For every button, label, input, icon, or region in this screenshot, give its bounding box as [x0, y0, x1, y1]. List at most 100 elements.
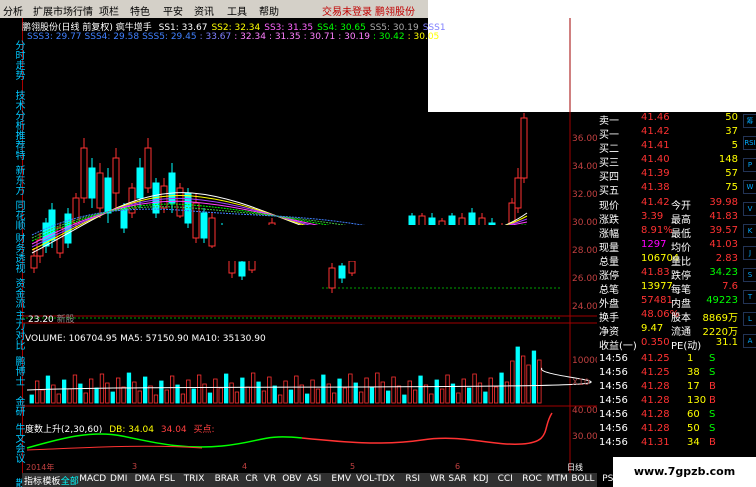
volume-bar	[299, 384, 304, 404]
side-tool-icon[interactable]: S	[743, 268, 756, 282]
indicator-tab[interactable]: ASI	[307, 474, 322, 484]
indicator-tab[interactable]: MACD	[79, 474, 106, 484]
stat-value: 41.83	[709, 211, 738, 222]
stat-row: 净资 9.47 流通 2220万	[599, 323, 740, 338]
indicator-tab[interactable]: DMA	[135, 474, 156, 484]
order-volume: 37	[725, 126, 738, 137]
volume-bar	[310, 379, 315, 404]
volume-bar	[94, 387, 99, 404]
volume-bar	[89, 378, 94, 404]
stat-label: 今开	[671, 201, 691, 212]
stat-label: 最低	[671, 229, 691, 240]
side-tool-icon[interactable]: K	[743, 224, 756, 238]
login-status[interactable]: 交易未登录	[322, 3, 372, 18]
indicator-tab[interactable]: VR	[264, 474, 276, 484]
order-price: 41.42	[641, 126, 670, 137]
menu-bar: 分析 扩展市场行情 项栏 特色 平安 资讯 工具 帮助 交易未登录 鹏翎股份	[0, 0, 428, 18]
side-tool-icon[interactable]: V	[743, 202, 756, 216]
indicator-tab[interactable]: BOLL	[571, 474, 594, 484]
volume-bar	[407, 380, 412, 404]
tick-row: 14:56 41.28 60 S	[599, 409, 740, 423]
side-tool-icon[interactable]: A	[743, 334, 756, 348]
indicator-tab[interactable]: OBV	[282, 474, 301, 484]
menu-item-extended-market[interactable]: 扩展市场行情	[33, 3, 93, 18]
menu-item-columns[interactable]: 项栏	[99, 3, 119, 18]
low-price-note: 新股	[56, 315, 75, 325]
stat-label: 每笔	[671, 285, 691, 296]
stat-label: 现量	[599, 243, 619, 254]
menu-item-help[interactable]: 帮助	[259, 3, 279, 18]
candle-body	[88, 167, 96, 199]
tick-volume: 50	[687, 423, 700, 434]
indicator-tab[interactable]: FSL	[159, 474, 175, 484]
indicator-tab[interactable]: DMI	[110, 474, 127, 484]
y-tick: 32.00	[572, 190, 598, 200]
candle-body	[208, 217, 216, 247]
candle-body	[104, 177, 112, 214]
indicator-tab[interactable]: BRAR	[215, 474, 239, 484]
indicator-tab[interactable]: ROC	[522, 474, 542, 484]
volume-bar	[105, 382, 110, 404]
side-tool-icon[interactable]: J	[743, 246, 756, 260]
menu-item-features[interactable]: 特色	[130, 3, 150, 18]
indicator-db: DB: 34.04	[109, 425, 155, 435]
side-tool-icon[interactable]: P	[743, 158, 756, 172]
side-tool-icon[interactable]: T	[743, 290, 756, 304]
volume-bar	[294, 375, 299, 404]
volume-bar	[380, 381, 385, 404]
order-label: 卖一	[599, 116, 619, 127]
volume-bar	[67, 388, 72, 404]
order-price: 41.46	[641, 112, 670, 123]
volume-bar	[132, 381, 137, 404]
indicator-tab[interactable]: SAR	[448, 474, 466, 484]
indicator-tab[interactable]: TRIX	[184, 474, 205, 484]
stat-label: 内盘	[671, 299, 691, 310]
menu-item-analysis[interactable]: 分析	[3, 3, 23, 18]
indicator-tab[interactable]: VOL-TDX	[356, 474, 395, 484]
volume-bar	[321, 374, 326, 404]
stat-value: 7.6	[722, 281, 738, 292]
indicator-tab[interactable]: MTM	[547, 474, 568, 484]
indicator-tab[interactable]: 指标	[24, 474, 42, 487]
side-tool-icon[interactable]: RSI	[743, 136, 756, 150]
indicator-tab[interactable]: WR	[430, 474, 445, 484]
volume-bar	[499, 372, 504, 404]
tick-price: 41.28	[641, 381, 670, 392]
stat-label: 现价	[599, 201, 619, 212]
stat-row: 涨跌 3.39 最高 41.83	[599, 211, 740, 226]
side-tool-icon[interactable]: L	[743, 312, 756, 326]
menu-item-tools[interactable]: 工具	[227, 3, 247, 18]
indicator-tab[interactable]: RSI	[405, 474, 420, 484]
indicator-tab[interactable]: CR	[245, 474, 258, 484]
volume-bar	[148, 385, 153, 404]
volume-bar	[169, 375, 175, 404]
volume-bar	[207, 392, 213, 404]
indicator-tab[interactable]: EMV	[331, 474, 351, 484]
tick-row: 14:56 41.31 34 B	[599, 437, 740, 451]
stock-name-link[interactable]: 鹏翎股份	[375, 3, 415, 18]
side-tool-icon[interactable]: W	[743, 180, 756, 194]
period-label[interactable]: 日线	[567, 462, 583, 473]
order-volume: 148	[718, 154, 738, 165]
order-volume: 75	[725, 182, 738, 193]
menu-item-news[interactable]: 资讯	[194, 3, 214, 18]
tick-side: B	[709, 395, 716, 406]
indicator-tab[interactable]: 模板	[42, 474, 60, 487]
volume-bar	[234, 391, 240, 404]
order-label: 买三	[599, 158, 619, 169]
indicator-tab[interactable]: CCI	[498, 474, 513, 484]
order-label: 买四	[599, 172, 619, 183]
tick-price: 41.28	[641, 395, 670, 406]
menu-item-pingan[interactable]: 平安	[163, 3, 183, 18]
stat-value: 31.1	[715, 337, 738, 348]
candle-body	[120, 207, 128, 229]
order-book-row: 买二 41.41 5	[599, 140, 740, 155]
indicator-tab[interactable]: KDJ	[473, 474, 489, 484]
y-tick: 30.00	[572, 218, 598, 228]
side-tool-icon[interactable]: 筹	[743, 114, 756, 128]
candle-body	[30, 255, 38, 269]
volume-bar	[288, 389, 294, 404]
tick-time: 14:56	[599, 409, 628, 420]
indicator-tab[interactable]: 全部	[61, 474, 79, 487]
candle-body	[136, 167, 144, 199]
